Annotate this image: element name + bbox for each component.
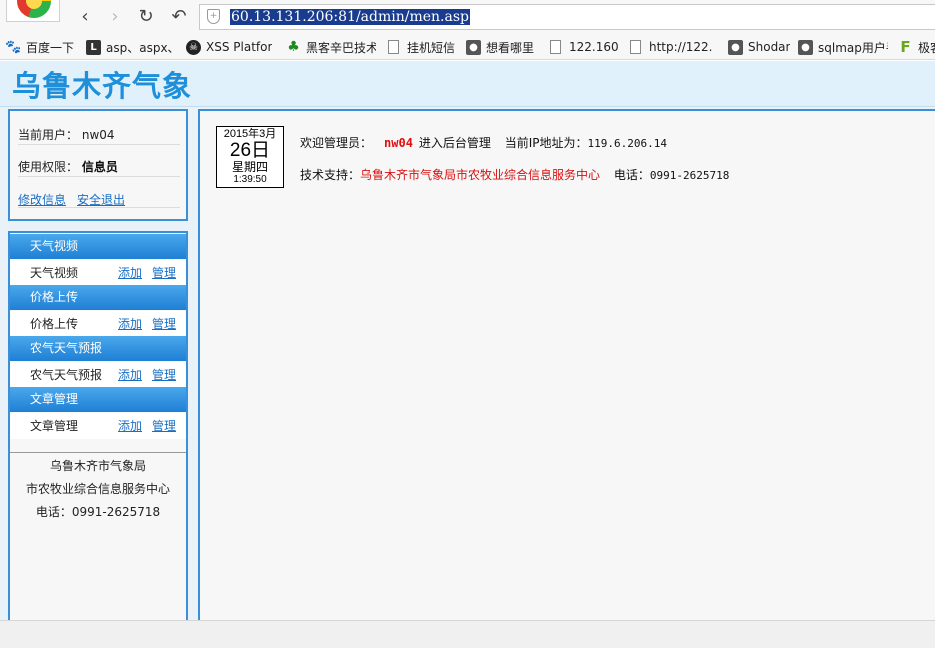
org-name-line1: 乌鲁木齐市气象局 — [49, 459, 146, 473]
menu-section-agri-forecast[interactable]: 农气天气预报 — [10, 336, 186, 361]
menu-item-label: 天气视频 — [30, 266, 79, 280]
menu-item-label: 文章管理 — [30, 419, 79, 433]
sidebar-menu: 天气视频 天气视频 添加 管理 价格上传 价格上传 添加 管理 农气天气预报 农… — [8, 231, 188, 620]
support-line: 技术支持：乌鲁木齐市气象局市农牧业综合信息服务中心 电话：0991-262571… — [300, 166, 729, 183]
bookmarks-bar: 🐾 百度一下 L asp、aspx、 ☠ XSS Platfor ♣ 黑客辛巴技… — [0, 34, 935, 60]
bookmark-hacker[interactable]: ♣ 黑客辛巴技术 — [286, 38, 376, 56]
browser-logo[interactable] — [6, 0, 60, 22]
org-phone: 电话：0991-2625718 — [35, 505, 161, 519]
user-role-label: 使用权限： — [18, 160, 79, 174]
bookmark-shodan[interactable]: ● Shodan — [728, 38, 790, 56]
bookmark-ip-1[interactable]: 122.160. — [550, 38, 618, 56]
main-content: 2015年3月 26日 星期四 1:39:50 欢迎管理员： nw04 进入后台管理… — [198, 109, 935, 620]
divider — [18, 176, 180, 177]
bookmark-baidu[interactable]: 🐾 百度一下 — [6, 38, 76, 56]
skull-icon: ☠ — [186, 39, 201, 55]
welcome-after: 进入后台管理 — [418, 136, 491, 150]
price-upload-manage-link[interactable]: 管理 — [152, 311, 176, 337]
org-name-line2: 市农牧业综合信息服务中心 — [25, 482, 170, 496]
letter-l-icon: L — [86, 39, 101, 55]
menu-section-weather-video[interactable]: 天气视频 — [10, 234, 186, 259]
divider — [18, 144, 180, 145]
menu-item-label: 价格上传 — [30, 317, 79, 331]
bookmark-sqlmap[interactable]: ● sqlmap用户手 — [798, 38, 888, 56]
browser-status-bar — [0, 620, 935, 648]
edit-info-link[interactable]: 修改信息 — [18, 191, 66, 208]
reload-icon: ↻ — [138, 5, 154, 27]
welcome-line: 欢迎管理员： nw04 进入后台管理 当前IP地址为：119.6.206.14 — [300, 134, 667, 151]
article-manage-link[interactable]: 管理 — [152, 413, 176, 439]
current-user-value: nw04 — [81, 128, 115, 142]
penguin-icon: ● — [466, 39, 481, 55]
date-time: 1:39:50 — [233, 174, 267, 185]
browser-toolbar: ‹ › ↻ ↶ + 60.13.131.206:81/admin/men.asp — [0, 0, 935, 34]
ip-value: 119.6.206.14 — [587, 137, 668, 150]
url-text[interactable]: 60.13.131.206:81/admin/men.asp — [230, 9, 470, 25]
menu-item-article: 文章管理 添加 管理 — [10, 413, 186, 439]
page-icon — [630, 40, 641, 54]
forward-icon: › — [111, 5, 119, 27]
menu-item-weather-video: 天气视频 添加 管理 — [10, 260, 186, 286]
address-bar[interactable]: + 60.13.131.206:81/admin/men.asp — [199, 4, 935, 30]
bookmark-xss[interactable]: ☠ XSS Platfor — [186, 38, 274, 56]
undo-icon: ↶ — [171, 5, 187, 27]
penguin-icon: ● — [798, 39, 813, 55]
support-label: 技术支持： — [300, 168, 361, 182]
welcome-user: nw04 — [384, 136, 413, 150]
user-info-panel: 当前用户： nw04 使用权限： 信息员 修改信息 安全退出 — [8, 109, 188, 221]
current-user-label: 当前用户： — [18, 128, 79, 142]
date-day: 26日 — [229, 140, 271, 161]
bookmark-ip-2[interactable]: http://122. — [630, 38, 714, 56]
welcome-label: 欢迎管理员： — [300, 136, 373, 150]
tree-icon: ♣ — [287, 39, 300, 55]
logout-link[interactable]: 安全退出 — [77, 191, 125, 208]
penguin-icon: ● — [728, 39, 743, 55]
price-upload-add-link[interactable]: 添加 — [118, 311, 142, 337]
support-phone: 0991-2625718 — [649, 169, 730, 182]
article-add-link[interactable]: 添加 — [118, 413, 142, 439]
menu-section-price-upload[interactable]: 价格上传 — [10, 285, 186, 310]
bookmark-sms[interactable]: 挂机短信 — [388, 38, 458, 56]
agri-forecast-manage-link[interactable]: 管理 — [152, 362, 176, 388]
bookmark-where[interactable]: ● 想看哪里 — [466, 38, 542, 56]
date-weekday: 星期四 — [231, 160, 268, 174]
site-title: 乌鲁木齐气象 — [12, 69, 193, 103]
user-role-value: 信息员 — [81, 160, 118, 174]
menu-section-article[interactable]: 文章管理 — [10, 387, 186, 412]
page-icon — [550, 40, 561, 54]
paw-icon: 🐾 — [6, 39, 22, 55]
reload-button[interactable]: ↻ — [135, 5, 157, 27]
undo-button[interactable]: ↶ — [168, 5, 190, 27]
menu-item-price-upload: 价格上传 添加 管理 — [10, 311, 186, 337]
weather-video-add-link[interactable]: 添加 — [118, 260, 142, 286]
weather-video-manage-link[interactable]: 管理 — [152, 260, 176, 286]
divider — [10, 452, 186, 453]
agri-forecast-add-link[interactable]: 添加 — [118, 362, 142, 388]
support-phone-label: 电话： — [613, 168, 650, 182]
user-role-row: 使用权限： 信息员 — [18, 158, 118, 175]
browser-logo-icon — [17, 0, 51, 18]
ip-label: 当前IP地址为： — [504, 136, 588, 150]
current-user-row: 当前用户： nw04 — [18, 126, 115, 143]
support-org: 乌鲁木齐市气象局市农牧业综合信息服务中心 — [360, 168, 601, 182]
divider — [18, 207, 180, 208]
back-icon: ‹ — [81, 5, 89, 27]
menu-item-agri-forecast: 农气天气预报 添加 管理 — [10, 362, 186, 388]
bookmark-asp[interactable]: L asp、aspx、 — [86, 38, 178, 56]
page-icon — [388, 40, 399, 54]
date-clock: 2015年3月 26日 星期四 1:39:50 — [216, 126, 284, 188]
bookmark-geek[interactable]: F 极客 — [898, 38, 935, 56]
forward-button[interactable]: › — [104, 5, 126, 27]
shield-icon: + — [207, 9, 220, 24]
menu-item-label: 农气天气预报 — [30, 368, 103, 382]
back-button[interactable]: ‹ — [74, 5, 96, 27]
site-header: 乌鲁木齐气象 — [0, 61, 935, 107]
letter-f-icon: F — [900, 38, 911, 56]
